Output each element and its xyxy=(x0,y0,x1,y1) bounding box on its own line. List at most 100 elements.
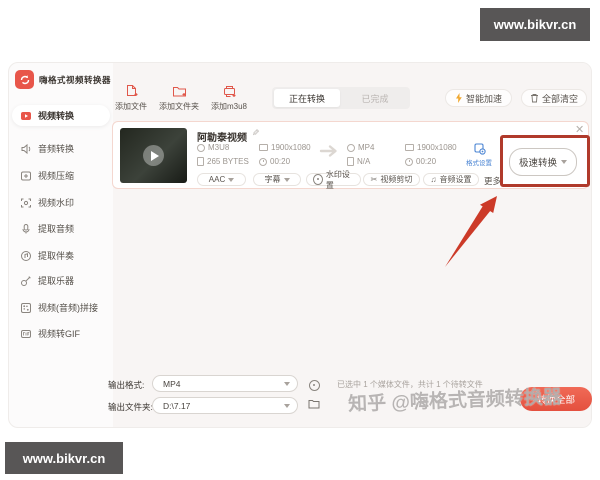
close-task-icon[interactable]: ✕ xyxy=(575,123,584,136)
sidebar-item-label: 视频压缩 xyxy=(38,171,75,181)
resolution-icon xyxy=(405,144,414,151)
smart-accelerate-label: 智能加速 xyxy=(465,93,502,104)
output-format: MP4 xyxy=(347,143,374,152)
sidebar-item-video-compress[interactable]: 视频压缩 xyxy=(12,165,110,186)
chevron-down-icon xyxy=(284,381,290,386)
add-folder-label: 添加文件夹 xyxy=(159,102,199,111)
sidebar: 嗨格式视频转换器 视频转换 音频转换 视频压缩 视频水印 提取音频 提取伴奏 提… xyxy=(8,62,113,428)
file-name: 阿勒泰视频 xyxy=(197,133,247,144)
edit-name-icon[interactable]: ✎ xyxy=(252,128,260,139)
top-site-banner: www.bikvr.cn xyxy=(480,8,590,41)
source-duration: 00:20 xyxy=(259,157,290,166)
output-format-select[interactable]: MP4 xyxy=(152,375,298,392)
sidebar-item-extract-audio[interactable]: 提取音频 xyxy=(12,218,110,239)
format-gear-icon[interactable] xyxy=(309,378,320,396)
add-file-label: 添加文件 xyxy=(115,102,147,111)
sidebar-item-video-to-gif[interactable]: 视频转GIF xyxy=(12,323,110,344)
sidebar-item-video-splice[interactable]: 视频(音频)拼接 xyxy=(12,297,110,318)
output-folder-label: 输出文件夹: xyxy=(108,402,153,412)
format-settings-icon xyxy=(473,142,486,155)
add-m3u8-label: 添加m3u8 xyxy=(210,102,247,111)
output-folder-select[interactable]: D:\7.17 xyxy=(152,397,298,414)
format-icon xyxy=(347,143,355,152)
output-folder-value: D:\7.17 xyxy=(163,400,191,411)
clear-all-button[interactable]: 全部清空 xyxy=(521,89,587,107)
audio-settings-label: 音频设置 xyxy=(439,175,472,184)
watermark-settings-button[interactable]: 水印设置 xyxy=(306,170,361,190)
speed-convert-button[interactable]: 极速转换 xyxy=(509,148,577,176)
sidebar-item-video-convert[interactable]: 视频转换 xyxy=(12,105,110,126)
content-area xyxy=(113,63,591,427)
selection-summary: 已选中 1 个媒体文件，共计 1 个待转文件 xyxy=(337,380,483,389)
sidebar-item-label: 提取音频 xyxy=(38,224,75,234)
audio-codec-dropdown[interactable]: AAC xyxy=(197,173,246,186)
sidebar-item-video-watermark[interactable]: 视频水印 xyxy=(12,192,110,213)
extract-instrument-icon xyxy=(20,275,32,287)
format-settings-label: 格式设置 xyxy=(466,160,492,167)
scissors-icon: ✂ xyxy=(370,175,378,184)
watermark-icon xyxy=(313,174,323,185)
video-splice-icon xyxy=(20,302,32,314)
output-format-label: 输出格式: xyxy=(108,380,145,390)
app-logo-icon xyxy=(15,70,34,89)
tab-completed[interactable]: 已完成 xyxy=(342,89,408,107)
smart-accelerate-button[interactable]: 智能加速 xyxy=(445,89,512,107)
sidebar-item-extract-instrument[interactable]: 提取乐器 xyxy=(12,270,110,291)
output-size: N/A xyxy=(347,157,370,166)
chevron-down-icon xyxy=(284,403,290,408)
video-compress-icon xyxy=(20,170,32,182)
size-icon xyxy=(197,157,204,166)
chevron-down-icon xyxy=(283,177,290,182)
extract-accompaniment-icon xyxy=(20,250,32,262)
chevron-down-icon xyxy=(228,177,235,182)
open-folder-icon[interactable] xyxy=(308,399,320,409)
app-header: 嗨格式视频转换器 xyxy=(15,70,111,89)
sidebar-item-label: 提取乐器 xyxy=(38,276,75,286)
tab-converting[interactable]: 正在转换 xyxy=(274,89,340,107)
sidebar-item-label: 视频(音频)拼接 xyxy=(38,303,98,313)
video-thumbnail[interactable] xyxy=(120,128,187,183)
video-convert-icon xyxy=(20,110,32,122)
sidebar-item-label: 视频转换 xyxy=(38,111,75,121)
add-file-button[interactable]: 添加文件 xyxy=(114,84,148,112)
task-card: 阿勒泰视频 ✎ ✕ M3U8 1900x1080 265 BYTES 00:20… xyxy=(112,121,589,190)
convert-tabs: 正在转换 已完成 xyxy=(272,87,410,109)
more-button[interactable]: 更多 xyxy=(484,175,501,187)
trash-icon xyxy=(530,93,539,103)
video-cut-label: 视频剪切 xyxy=(380,175,413,184)
clear-all-label: 全部清空 xyxy=(542,93,579,104)
music-note-icon: ♫ xyxy=(430,175,437,184)
format-settings-button[interactable]: 格式设置 xyxy=(461,142,497,167)
add-folder-button[interactable]: 添加文件夹 xyxy=(158,84,200,112)
source-size: 265 BYTES xyxy=(197,157,249,166)
sidebar-item-label: 音频转换 xyxy=(38,144,75,154)
sidebar-item-audio-convert[interactable]: 音频转换 xyxy=(12,138,110,159)
chevron-down-icon xyxy=(561,160,567,164)
source-format: M3U8 xyxy=(197,143,229,152)
clock-icon xyxy=(405,157,413,166)
convert-all-button[interactable]: 转换全部 xyxy=(520,387,592,411)
add-m3u8-icon xyxy=(222,84,237,99)
resolution-icon xyxy=(259,144,268,151)
add-folder-icon xyxy=(172,84,187,99)
sidebar-item-extract-accompaniment[interactable]: 提取伴奏 xyxy=(12,245,110,266)
subtitle-value: 字幕 xyxy=(264,175,281,184)
screenshot-root: www.bikvr.cn www.bikvr.cn 嗨格式视频转换器 视频转换 … xyxy=(0,0,600,480)
audio-settings-button[interactable]: ♫ 音频设置 xyxy=(423,173,479,186)
speed-convert-label: 极速转换 xyxy=(518,158,557,169)
add-file-icon xyxy=(124,84,139,99)
watermark-settings-label: 水印设置 xyxy=(325,169,350,190)
source-resolution: 1900x1080 xyxy=(259,143,311,152)
size-icon xyxy=(347,157,354,166)
play-icon xyxy=(143,145,164,166)
video-cut-button[interactable]: ✂ 视频剪切 xyxy=(363,173,420,186)
add-m3u8-button[interactable]: 添加m3u8 xyxy=(208,84,250,112)
subtitle-dropdown[interactable]: 字幕 xyxy=(253,173,301,186)
extract-audio-icon xyxy=(20,223,32,235)
clock-icon xyxy=(259,157,267,166)
audio-convert-icon xyxy=(20,143,32,155)
output-duration: 00:20 xyxy=(405,157,436,166)
output-format-value: MP4 xyxy=(163,378,181,389)
convert-arrow-icon xyxy=(319,144,341,158)
app-title: 嗨格式视频转换器 xyxy=(39,74,112,85)
